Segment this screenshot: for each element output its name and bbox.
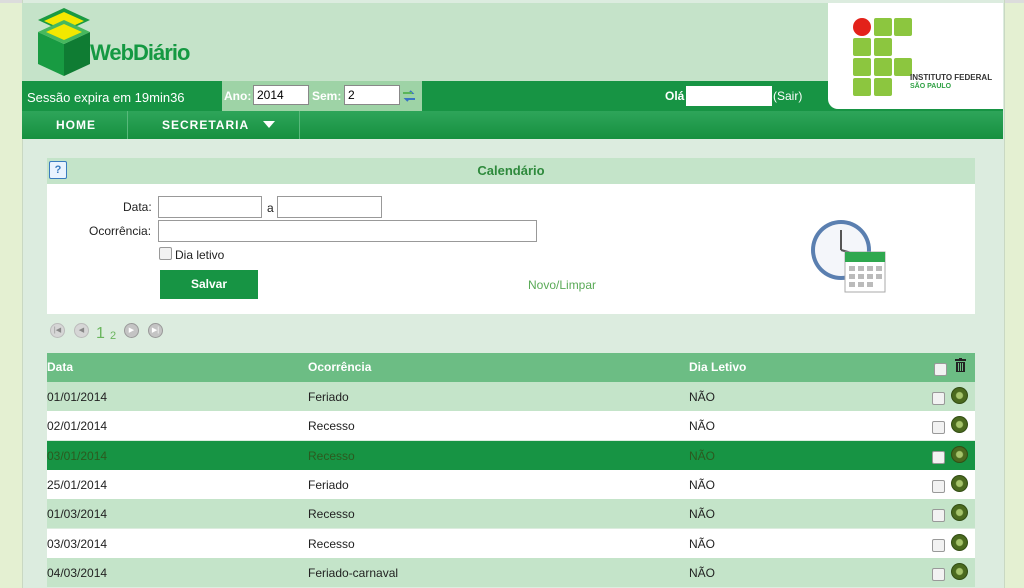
- cell-data: 01/03/2014: [47, 507, 108, 522]
- next-page-icon[interactable]: ▶: [124, 323, 139, 338]
- calendar-clock-icon: [811, 220, 886, 293]
- row-checkbox[interactable]: [932, 392, 945, 405]
- username-redacted: [686, 86, 772, 106]
- table-row[interactable]: 25/01/2014 Feriado NÃO: [47, 469, 975, 499]
- edit-gear-icon[interactable]: [951, 474, 968, 492]
- calendar-form-panel: ? Calendário Data: a Ocorrência: Dia let…: [47, 158, 975, 314]
- cell-data: 03/03/2014: [47, 536, 108, 551]
- edit-gear-icon[interactable]: [951, 562, 968, 580]
- cell-dia-letivo: NÃO: [689, 477, 716, 492]
- edit-gear-icon[interactable]: [951, 387, 968, 404]
- chevron-down-icon: [263, 121, 276, 128]
- date-label: Data:: [123, 200, 152, 214]
- main-nav: HOME SECRETARIA: [22, 111, 1003, 139]
- cell-data: 04/03/2014: [47, 565, 108, 580]
- institution-logo: INSTITUTO FEDERAL SÃO PAULO: [828, 3, 1003, 109]
- dia-letivo-label: Dia letivo: [175, 248, 225, 262]
- page-2-link[interactable]: 2: [110, 330, 116, 342]
- table-row[interactable]: 04/03/2014 Feriado-carnaval NÃO: [47, 557, 975, 587]
- webdiario-logo-icon: [38, 8, 90, 76]
- if-logo-icon: [853, 18, 912, 96]
- row-checkbox[interactable]: [932, 538, 945, 552]
- save-button[interactable]: Salvar: [160, 270, 258, 299]
- table-row[interactable]: 02/01/2014 Recesso NÃO: [47, 411, 975, 441]
- table-row[interactable]: 03/03/2014 Recesso NÃO: [47, 528, 975, 558]
- nav-secretaria[interactable]: SECRETARIA: [162, 111, 276, 139]
- app-name: WebDiário: [90, 40, 190, 65]
- col-header-ocorrencia: Ocorrência: [308, 360, 372, 374]
- edit-gear-icon[interactable]: [951, 416, 968, 434]
- cell-ocorrencia: Feriado: [308, 477, 349, 492]
- nav-home[interactable]: HOME: [56, 111, 96, 139]
- greeting-label: Olá: [665, 89, 685, 103]
- table-header: Data Ocorrência Dia Letivo: [47, 353, 975, 382]
- occurrence-input[interactable]: [158, 220, 537, 242]
- row-checkbox[interactable]: [932, 567, 945, 581]
- dia-letivo-checkbox[interactable]: [159, 247, 172, 260]
- cell-data: 25/01/2014: [47, 477, 108, 492]
- panel-header: ? Calendário: [47, 158, 975, 184]
- first-page-icon[interactable]: |◀: [50, 323, 65, 338]
- last-page-icon[interactable]: ▶|: [148, 323, 163, 338]
- edit-gear-icon[interactable]: [951, 533, 968, 551]
- cell-ocorrencia: Feriado: [308, 390, 349, 404]
- occurrence-label: Ocorrência:: [89, 224, 152, 238]
- nav-divider: [299, 111, 300, 139]
- institution-campus: SÃO PAULO: [910, 83, 952, 90]
- swap-period-icon[interactable]: [402, 89, 416, 103]
- semester-label: Sem:: [312, 89, 342, 103]
- page-1-link[interactable]: 1: [96, 325, 105, 343]
- panel-title: Calendário: [477, 163, 545, 178]
- table-row[interactable]: 03/01/2014 Recesso NÃO: [47, 440, 975, 470]
- col-header-dia-letivo: Dia Letivo: [689, 360, 747, 374]
- date-to-label: a: [267, 201, 274, 215]
- cell-ocorrencia: Feriado-carnaval: [308, 565, 399, 580]
- edit-gear-icon[interactable]: [951, 445, 968, 463]
- cell-ocorrencia: Recesso: [308, 507, 355, 522]
- period-selector: Ano: Sem:: [222, 81, 422, 111]
- cell-data: 01/01/2014: [47, 390, 108, 404]
- logout-link[interactable]: (Sair): [773, 89, 802, 103]
- trash-icon[interactable]: [955, 358, 966, 372]
- cell-ocorrencia: Recesso: [308, 448, 355, 463]
- year-label: Ano:: [224, 89, 252, 103]
- col-header-data: Data: [47, 360, 74, 374]
- cell-data: 03/01/2014: [47, 448, 108, 463]
- cell-dia-letivo: NÃO: [689, 507, 716, 522]
- cell-dia-letivo: NÃO: [689, 390, 716, 404]
- nav-secretaria-label: SECRETARIA: [162, 118, 249, 132]
- institution-name: INSTITUTO FEDERAL: [910, 73, 993, 82]
- table-row[interactable]: 01/01/2014 Feriado NÃO: [47, 382, 975, 411]
- edit-gear-icon[interactable]: [951, 504, 968, 522]
- date-end-input[interactable]: [277, 196, 382, 218]
- cell-dia-letivo: NÃO: [689, 536, 716, 551]
- cell-ocorrencia: Recesso: [308, 419, 355, 434]
- cell-ocorrencia: Recesso: [308, 536, 355, 551]
- year-input[interactable]: [253, 85, 309, 105]
- session-timer: Sessão expira em 19min36: [27, 90, 185, 105]
- cell-dia-letivo: NÃO: [689, 419, 716, 434]
- row-checkbox[interactable]: [932, 421, 945, 435]
- row-checkbox[interactable]: [932, 450, 945, 464]
- cell-dia-letivo: NÃO: [689, 448, 716, 463]
- row-checkbox[interactable]: [932, 509, 945, 523]
- prev-page-icon[interactable]: ◀: [74, 323, 89, 338]
- cell-dia-letivo: NÃO: [689, 565, 716, 580]
- semester-input[interactable]: [344, 85, 400, 105]
- new-clear-link[interactable]: Novo/Limpar: [528, 278, 596, 292]
- date-start-input[interactable]: [158, 196, 262, 218]
- table-row[interactable]: 01/03/2014 Recesso NÃO: [47, 499, 975, 529]
- row-checkbox[interactable]: [932, 479, 945, 493]
- select-all-checkbox[interactable]: [934, 363, 947, 376]
- cell-data: 02/01/2014: [47, 419, 108, 434]
- nav-divider: [127, 111, 128, 139]
